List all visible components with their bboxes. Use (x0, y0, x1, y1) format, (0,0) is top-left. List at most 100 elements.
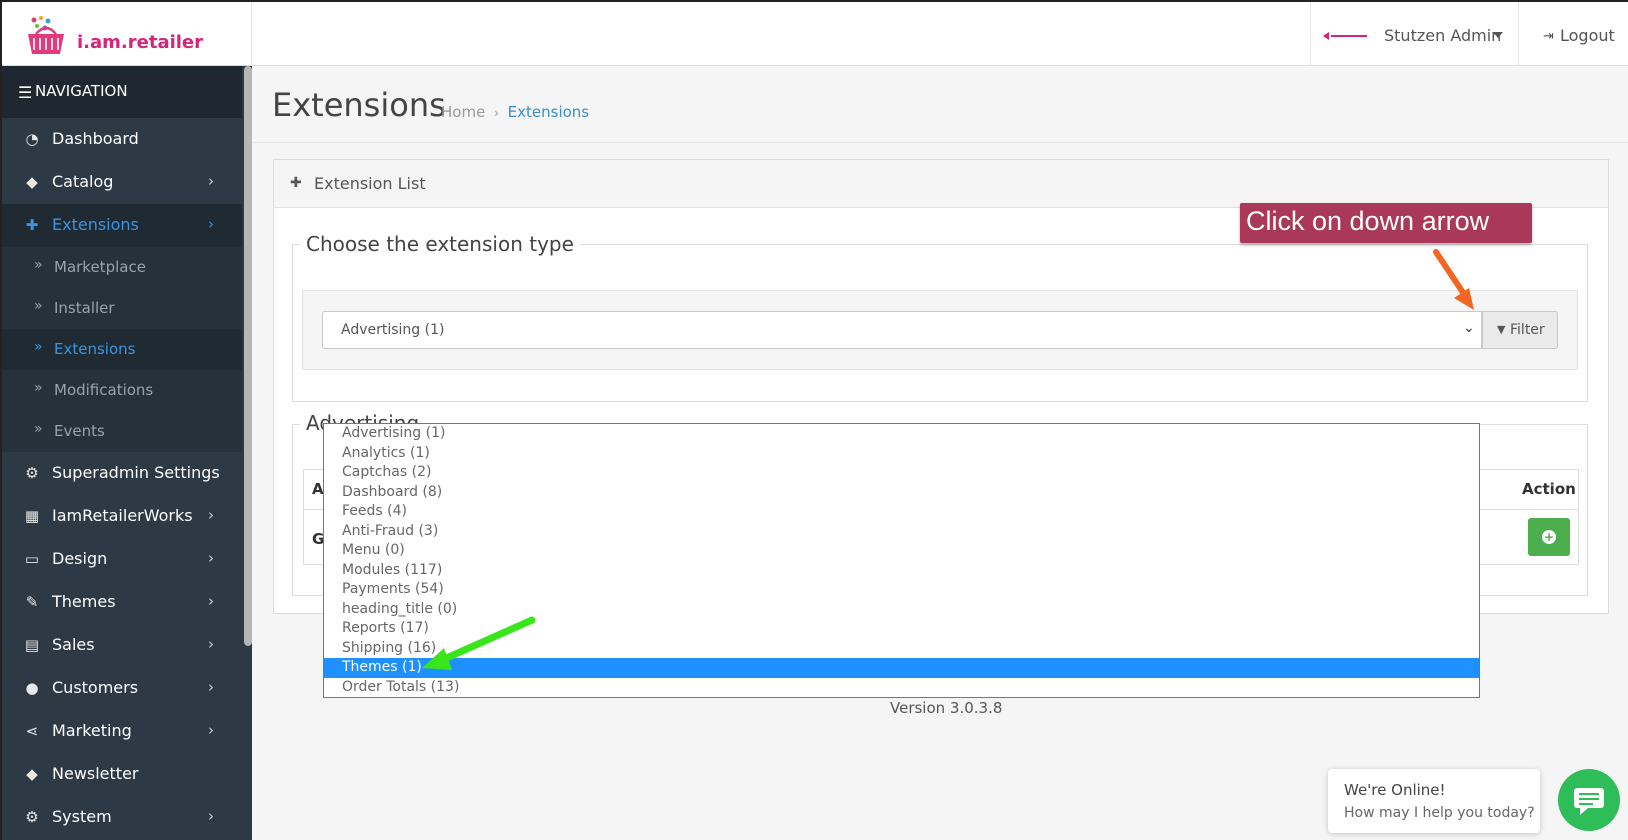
dropdown-option-label: Shipping (16) (342, 639, 437, 656)
double-chevron-icon: » (34, 257, 43, 273)
sidebar-item-label: Marketing (52, 721, 132, 740)
dropdown-option[interactable]: Modules (117) (324, 561, 1479, 581)
logout-label: Logout (1560, 26, 1615, 45)
sidebar-subitem-marketplace[interactable]: » Marketplace (2, 247, 242, 288)
dropdown-option-label: heading_title (0) (342, 600, 458, 617)
chevron-right-icon: › (208, 635, 214, 653)
version-text: Version 3.0.3.8 (890, 699, 1003, 717)
sidebar-subitem-label: Modifications (54, 381, 154, 399)
double-chevron-icon: » (34, 298, 43, 314)
dropdown-option[interactable]: Anti-Fraud (3) (324, 522, 1479, 542)
sidebar-item-label: System (52, 807, 112, 826)
sidebar-item-label: Dashboard (52, 129, 139, 148)
dropdown-option[interactable]: Shipping (16) (324, 639, 1479, 659)
cogs-icon: ⚙ (25, 464, 39, 482)
dropdown-option[interactable]: Feeds (4) (324, 502, 1479, 522)
logo[interactable]: i.am.retailer (2, 2, 252, 66)
sidebar-item-label: Customers (52, 678, 139, 697)
dropdown-option-highlighted[interactable]: Themes (1) (324, 658, 1479, 678)
sidebar-subitem-installer[interactable]: » Installer (2, 288, 242, 329)
dropdown-option[interactable]: Payments (54) (324, 580, 1479, 600)
double-chevron-icon: » (34, 380, 43, 396)
sidebar-subitem-label: Events (54, 422, 105, 440)
dropdown-option-label: Anti-Fraud (3) (342, 522, 439, 539)
breadcrumb-separator: › (494, 106, 499, 120)
chat-greeting-bubble[interactable]: We're Online! How may I help you today? (1328, 769, 1540, 833)
table-header-action: Action (1522, 480, 1576, 498)
breadcrumb-extensions[interactable]: Extensions (508, 103, 589, 121)
sidebar-item-customers[interactable]: ● Customers › (2, 667, 242, 710)
navigation-title: ☰ NAVIGATION (2, 66, 242, 118)
sidebar-item-dashboard[interactable]: ◔ Dashboard (2, 118, 242, 161)
logout-button[interactable]: ⇥ Logout (1518, 2, 1628, 66)
dropdown-option[interactable]: Order Totals (13) (324, 678, 1479, 698)
chevron-right-icon: › (208, 172, 214, 190)
chevron-right-icon: › (208, 549, 214, 567)
sidebar-item-label: Catalog (52, 172, 114, 191)
dropdown-option-label: Payments (54) (342, 581, 444, 597)
sidebar-item-label: Sales (52, 635, 95, 654)
sidebar: ☰ NAVIGATION ◔ Dashboard ◆ Catalog › ✚ E… (2, 66, 252, 840)
puzzle-icon: ✚ (25, 216, 39, 234)
chevron-right-icon: › (208, 592, 214, 610)
chat-launcher-button[interactable] (1558, 769, 1620, 831)
user-menu[interactable]: Stutzen Admin (1310, 2, 1518, 66)
chevron-right-icon: › (208, 215, 214, 233)
sidebar-item-label: Design (52, 549, 108, 568)
sidebar-subitem-label: Extensions (54, 340, 136, 358)
sidebar-item-iamretailerworks[interactable]: ▦ IamRetailerWorks › (2, 495, 242, 538)
sidebar-item-system[interactable]: ⚙ System › (2, 796, 242, 839)
chat-icon (1574, 788, 1604, 815)
tags-icon: ◆ (26, 173, 38, 191)
extension-type-value: Advertising (1) (341, 322, 445, 338)
sidebar-item-design[interactable]: ▭ Design › (2, 538, 242, 581)
monitor-icon: ▭ (24, 550, 40, 568)
filter-button[interactable]: ▼ Filter (1482, 311, 1558, 349)
chevron-right-icon: › (208, 506, 214, 524)
filter-label: Filter (1510, 322, 1545, 338)
sidebar-item-label: IamRetailerWorks (52, 506, 193, 525)
cubes-icon: ▦ (24, 507, 40, 525)
sidebar-subitem-extensions[interactable]: » Extensions (2, 329, 242, 370)
dropdown-option[interactable]: Reports (17) (324, 619, 1479, 639)
logo-text: i.am.retailer (77, 32, 204, 53)
chevron-right-icon: › (208, 721, 214, 739)
dropdown-option[interactable]: Dashboard (8) (324, 483, 1479, 503)
dropdown-option[interactable]: Analytics (1) (324, 444, 1479, 464)
sidebar-subitem-label: Installer (54, 299, 115, 317)
sidebar-item-label: Extensions (52, 215, 139, 234)
sidebar-subitem-events[interactable]: » Events (2, 411, 242, 452)
sidebar-item-newsletter[interactable]: ◆ Newsletter (2, 753, 242, 796)
sidebar-item-sales[interactable]: ▤ Sales › (2, 624, 242, 667)
sidebar-scrollbar-thumb[interactable] (244, 66, 252, 646)
double-chevron-icon: » (34, 421, 43, 437)
hamburger-icon: ☰ (18, 83, 33, 102)
sidebar-item-extensions[interactable]: ✚ Extensions › (2, 204, 242, 247)
sidebar-item-themes[interactable]: ✎ Themes › (2, 581, 242, 624)
funnel-icon: ▼ (1497, 323, 1506, 336)
dropdown-option[interactable]: Menu (0) (324, 541, 1479, 561)
top-header: i.am.retailer Stutzen Admin ⇥ Logout (2, 2, 1628, 66)
sidebar-item-label: Newsletter (52, 764, 139, 783)
install-button[interactable]: + (1528, 518, 1570, 556)
sidebar-item-catalog[interactable]: ◆ Catalog › (2, 161, 242, 204)
chevron-right-icon: › (208, 807, 214, 825)
sidebar-item-label: Themes (52, 592, 116, 611)
panel-heading: ✚ Extension List (274, 160, 1608, 208)
puzzle-icon: ✚ (290, 175, 302, 191)
chevron-down-icon[interactable]: ⌄ (1463, 320, 1475, 336)
dropdown-option-label: Analytics (1) (342, 444, 430, 461)
breadcrumb-home[interactable]: Home (441, 103, 485, 121)
dropdown-option[interactable]: Captchas (2) (324, 463, 1479, 483)
dropdown-option[interactable]: heading_title (0) (324, 600, 1479, 620)
double-chevron-icon: » (34, 339, 43, 355)
caret-down-icon (1493, 32, 1503, 38)
divider (252, 142, 1628, 143)
dropdown-option-label: Order Totals (13) (342, 678, 460, 695)
dropdown-option[interactable]: Advertising (1) (324, 424, 1479, 444)
sidebar-subitem-modifications[interactable]: » Modifications (2, 370, 242, 411)
sidebar-item-marketing[interactable]: ⋖ Marketing › (2, 710, 242, 753)
sidebar-item-superadmin-settings[interactable]: ⚙ Superadmin Settings (2, 452, 242, 495)
dropdown-option-label: Advertising (1) (342, 425, 446, 441)
extension-type-select[interactable]: Advertising (1) ⌄ (322, 311, 1482, 349)
